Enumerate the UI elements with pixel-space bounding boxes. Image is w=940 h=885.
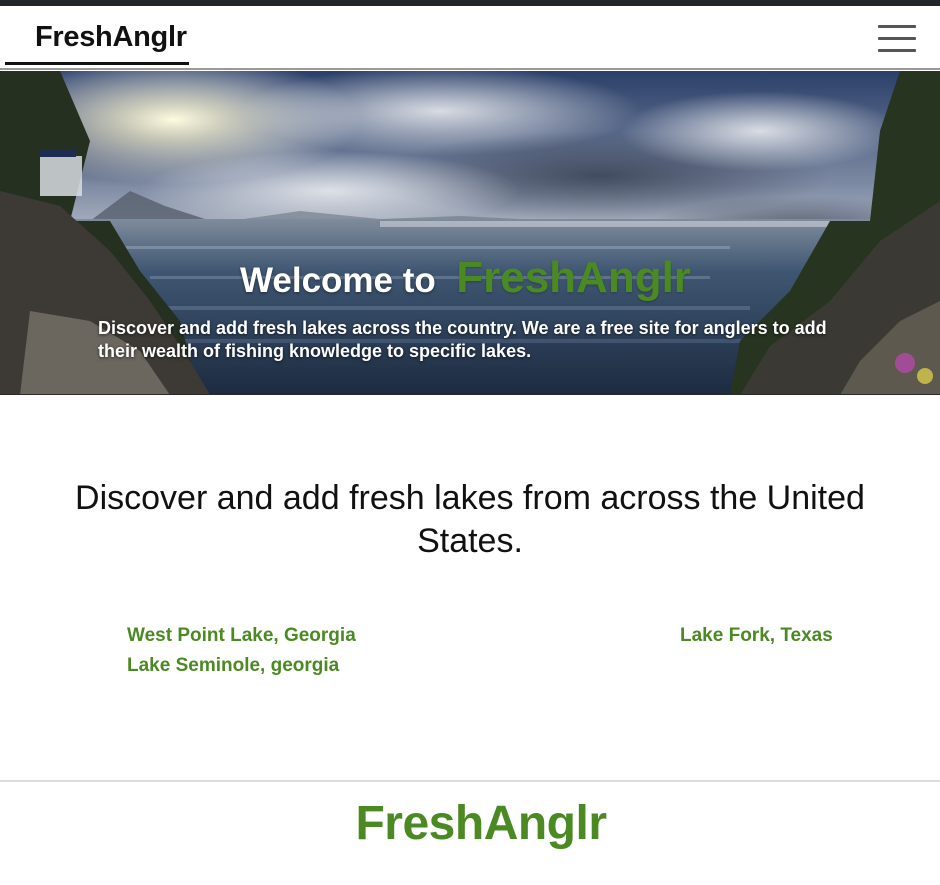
hero-description: Discover and add fresh lakes across the … <box>98 318 827 361</box>
lake-link[interactable]: Lake Fork, Texas <box>680 625 833 647</box>
navbar-brand-label: FreshAnglr <box>35 21 187 53</box>
hamburger-menu-icon[interactable] <box>878 25 916 55</box>
footer: FreshAnglr <box>0 780 940 885</box>
hero-title: Welcome to FreshAnglr <box>240 253 691 303</box>
hero-welcome-text: Welcome to <box>240 261 436 300</box>
navbar: FreshAnglr <box>0 6 940 70</box>
hero-banner: Welcome to FreshAnglr Discover and add f… <box>0 71 940 395</box>
menu-bar <box>878 49 916 52</box>
navbar-brand-link[interactable]: FreshAnglr <box>5 18 189 65</box>
menu-bar <box>878 37 916 40</box>
menu-bar <box>878 25 916 28</box>
hero-brand-text: FreshAnglr <box>456 253 691 302</box>
lake-link[interactable]: Lake Seminole, georgia <box>127 655 339 677</box>
lake-link[interactable]: West Point Lake, Georgia <box>127 625 356 647</box>
footer-brand: FreshAnglr <box>355 797 607 850</box>
page-heading: Discover and add fresh lakes from across… <box>75 479 865 560</box>
